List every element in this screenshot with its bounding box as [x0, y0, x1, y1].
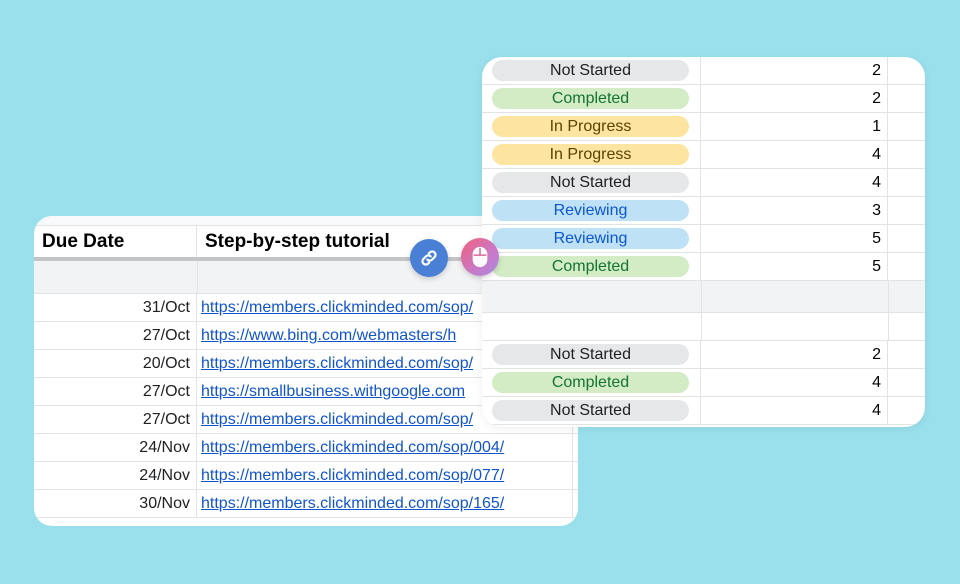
count-cell[interactable]: 5 — [701, 225, 888, 252]
status-chip[interactable]: Not Started — [492, 60, 689, 81]
table-row: 24/Nov https://members.clickminded.com/so… — [34, 462, 578, 490]
table-row: Completed 5 — [482, 253, 925, 281]
link-button[interactable] — [410, 239, 448, 277]
section-separator-row — [482, 281, 925, 313]
table-row: Reviewing 3 — [482, 197, 925, 225]
status-cell[interactable]: Not Started — [482, 169, 701, 196]
status-chip[interactable]: In Progress — [492, 144, 689, 165]
due-date-cell[interactable]: 27/Oct — [34, 322, 197, 349]
link-icon — [421, 250, 437, 266]
status-chip[interactable]: Not Started — [492, 172, 689, 193]
mouse-button[interactable] — [461, 238, 499, 276]
status-chip[interactable]: Completed — [492, 88, 689, 109]
count-cell[interactable]: 4 — [701, 397, 888, 424]
table-row: Not Started 4 — [482, 397, 925, 425]
status-chip[interactable]: Reviewing — [492, 228, 689, 249]
tutorial-link[interactable]: https://members.clickminded.com/sop/077/ — [197, 462, 578, 489]
status-cell[interactable]: In Progress — [482, 113, 701, 140]
status-cell[interactable]: Completed — [482, 253, 701, 280]
due-date-header[interactable]: Due Date — [34, 226, 197, 257]
table-row: Completed 4 — [482, 369, 925, 397]
status-group-a: Not Started 2 Completed 2 In Progress 1 In Pro… — [482, 57, 925, 281]
table-row: Not Started 2 — [482, 57, 925, 85]
status-group-b: Not Started 2 Completed 4 Not Started 4 — [482, 341, 925, 425]
due-date-cell[interactable]: 20/Oct — [34, 350, 197, 377]
status-chip[interactable]: Not Started — [492, 400, 689, 421]
table-row: 30/Nov https://members.clickminded.com/so… — [34, 490, 578, 518]
status-chip[interactable]: Not Started — [492, 344, 689, 365]
tutorial-link[interactable]: https://members.clickminded.com/sop/004/ — [197, 434, 578, 461]
due-date-cell[interactable]: 27/Oct — [34, 406, 197, 433]
count-cell[interactable]: 3 — [701, 197, 888, 224]
tutorial-link[interactable]: https://members.clickminded.com/sop/165/ — [197, 490, 578, 517]
due-date-cell[interactable]: 30/Nov — [34, 490, 197, 517]
table-row: Reviewing 5 — [482, 225, 925, 253]
status-cell[interactable]: Reviewing — [482, 225, 701, 252]
due-date-cell[interactable]: 31/Oct — [34, 294, 197, 321]
status-chip[interactable]: Completed — [492, 372, 689, 393]
table-row: Not Started 4 — [482, 169, 925, 197]
count-cell[interactable]: 4 — [701, 141, 888, 168]
empty-row[interactable] — [482, 313, 925, 341]
count-cell[interactable]: 2 — [701, 85, 888, 112]
status-cell[interactable]: Not Started — [482, 397, 701, 424]
status-chip[interactable]: In Progress — [492, 116, 689, 137]
count-cell[interactable]: 5 — [701, 253, 888, 280]
count-cell[interactable]: 2 — [701, 57, 888, 84]
status-rows: Not Started 2 Completed 2 In Progress 1 In Pro… — [482, 57, 925, 425]
table-row: In Progress 4 — [482, 141, 925, 169]
status-cell[interactable]: Completed — [482, 85, 701, 112]
status-cell[interactable]: Not Started — [482, 341, 701, 368]
mouse-icon — [472, 246, 488, 268]
status-sheet-card: Not Started 2 Completed 2 In Progress 1 In Pro… — [482, 57, 925, 427]
table-row: In Progress 1 — [482, 113, 925, 141]
due-date-cell[interactable]: 24/Nov — [34, 434, 197, 461]
table-row: Not Started 2 — [482, 341, 925, 369]
status-cell[interactable]: Completed — [482, 369, 701, 396]
table-row: 24/Nov https://members.clickminded.com/so… — [34, 434, 578, 462]
count-cell[interactable]: 4 — [701, 169, 888, 196]
due-date-cell[interactable]: 27/Oct — [34, 378, 197, 405]
status-cell[interactable]: In Progress — [482, 141, 701, 168]
count-cell[interactable]: 2 — [701, 341, 888, 368]
status-chip[interactable]: Completed — [492, 256, 689, 277]
table-row: Completed 2 — [482, 85, 925, 113]
due-date-cell[interactable]: 24/Nov — [34, 462, 197, 489]
status-chip[interactable]: Reviewing — [492, 200, 689, 221]
status-cell[interactable]: Reviewing — [482, 197, 701, 224]
count-cell[interactable]: 1 — [701, 113, 888, 140]
count-cell[interactable]: 4 — [701, 369, 888, 396]
status-cell[interactable]: Not Started — [482, 57, 701, 84]
